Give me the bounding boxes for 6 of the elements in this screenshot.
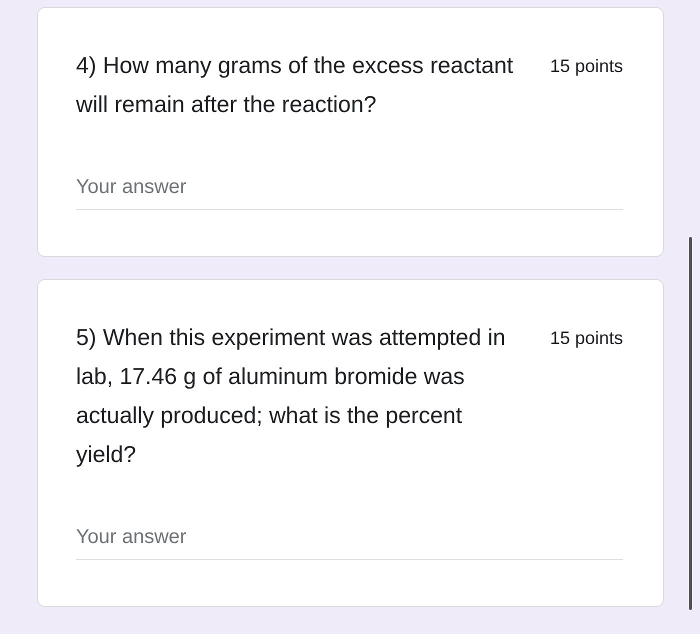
answer-field[interactable]: Your answer bbox=[76, 172, 623, 210]
question-text: 5) When this experiment was attempted in lab, 17.46 g of aluminum bromide was actually produced; what is the percent yield? bbox=[76, 323, 507, 469]
points-label: 15 points bbox=[550, 55, 623, 78]
answer-field[interactable]: Your answer bbox=[76, 522, 623, 560]
question-text: 4) How many grams of the excess reactant will remain after the reaction? bbox=[76, 51, 514, 119]
points-label: 15 points bbox=[550, 327, 623, 350]
